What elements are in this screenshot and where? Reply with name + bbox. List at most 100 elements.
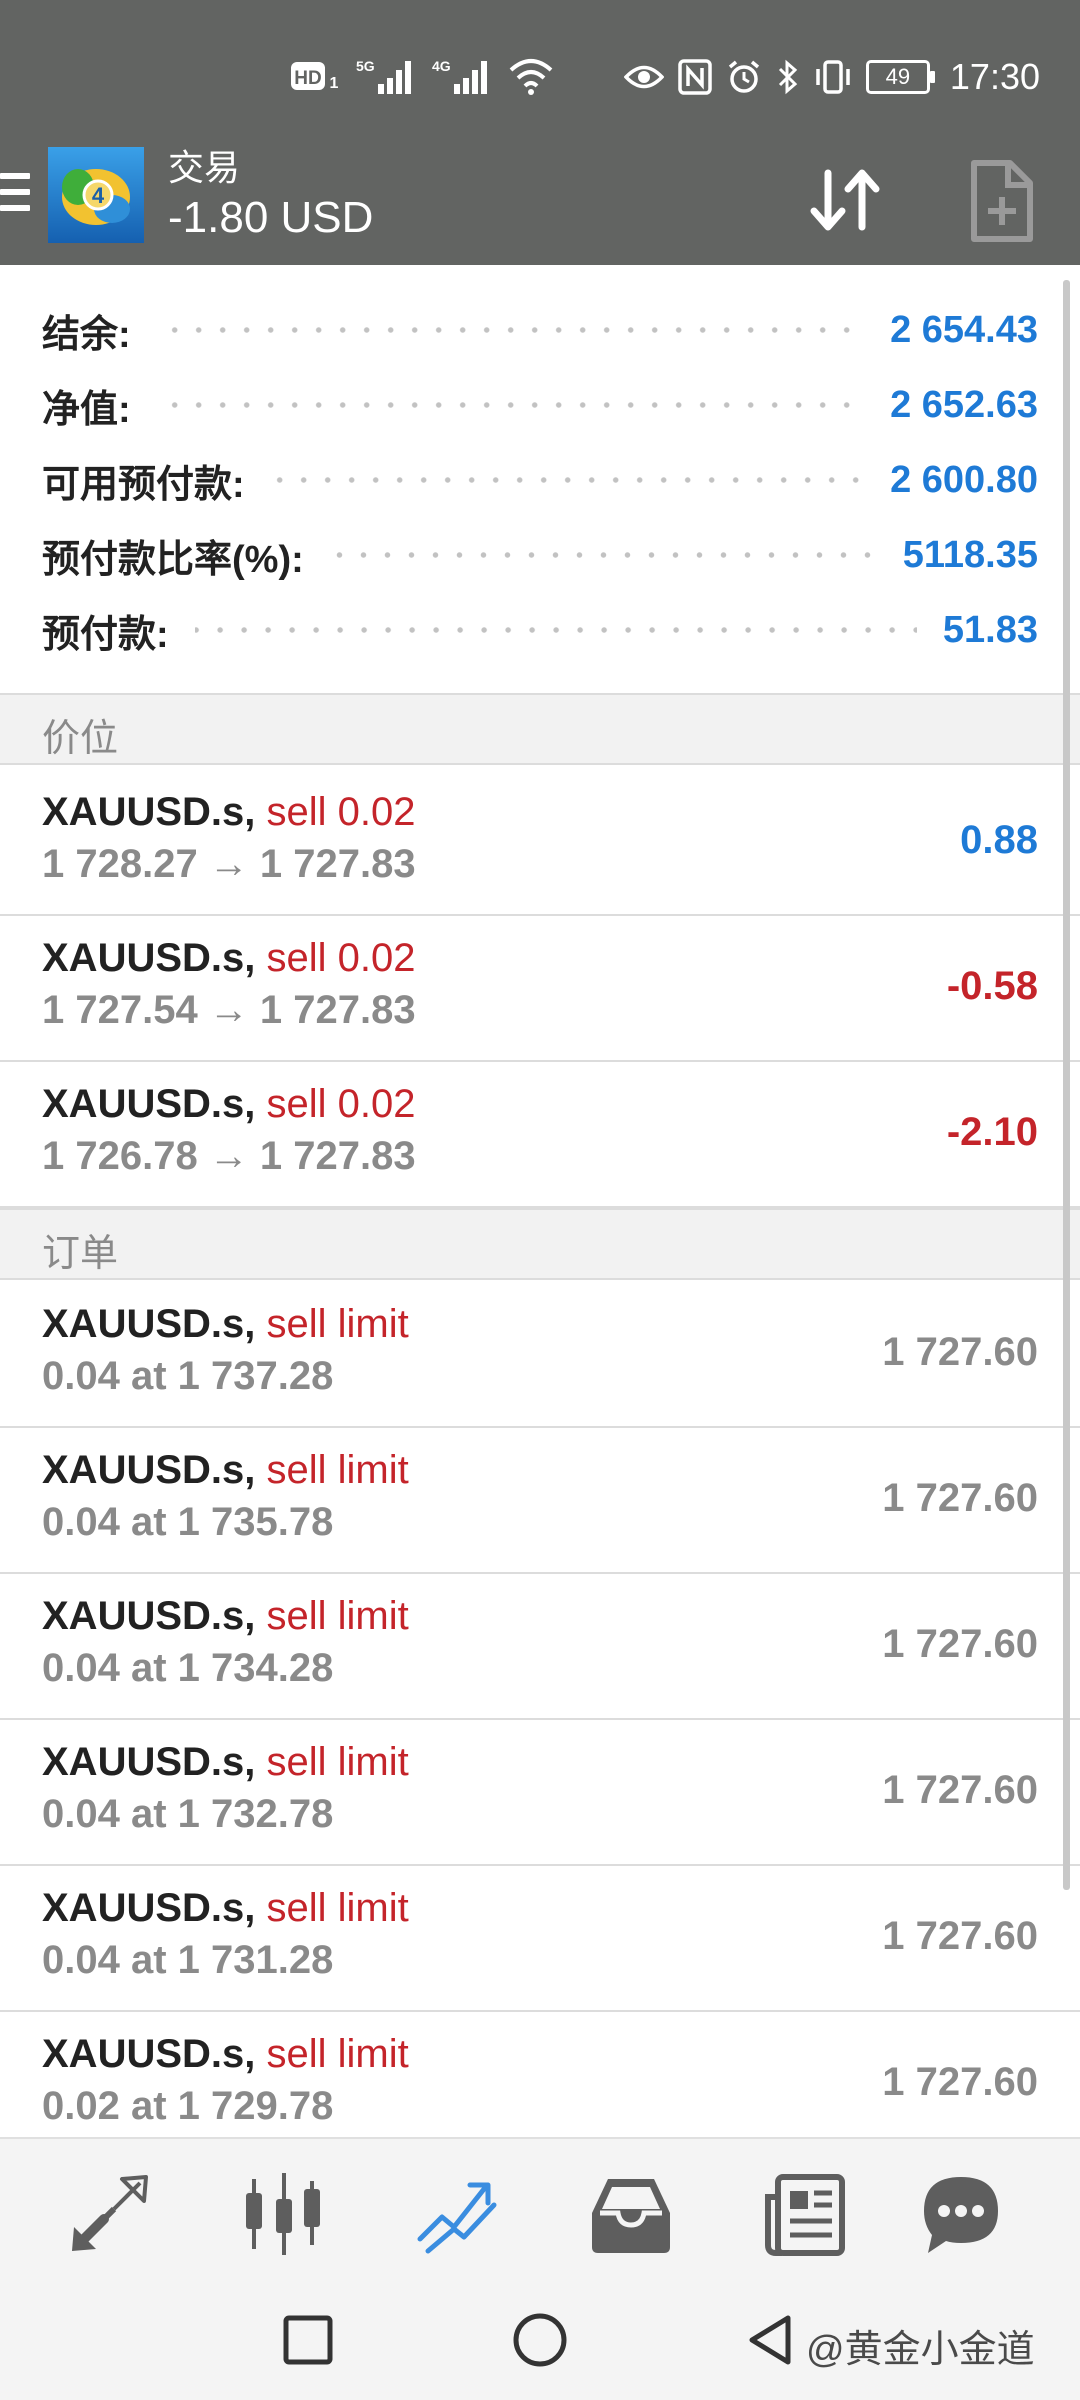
status-bar: HD 1 5G 4G 49 17:30 <box>0 0 1080 135</box>
metatrader-logo[interactable]: 4 <box>48 147 144 243</box>
page-title: 交易 <box>168 147 241 188</box>
triangle-back-icon <box>749 2315 791 2365</box>
sort-button[interactable] <box>800 155 890 245</box>
position-prices: 1 727.54 → 1 727.83 <box>42 988 416 1032</box>
system-nav-bar: @黄金小金道 <box>0 2280 1080 2400</box>
free-margin-row: 可用预付款: 2 600.80 <box>42 450 1038 510</box>
news-tab[interactable] <box>760 2169 850 2259</box>
order-symbol: XAUUSD.s, <box>42 2032 256 2076</box>
orders-header-label: 订单 <box>42 1233 119 1275</box>
margin-value: 51.83 <box>942 608 1038 651</box>
order-detail: 0.04 at 1 735.78 <box>42 1500 334 1544</box>
status-bar-right: 49 17:30 <box>623 56 1040 98</box>
order-type: sell limit <box>266 1886 409 1930</box>
new-order-button[interactable] <box>962 157 1042 247</box>
order-detail: 0.04 at 1 731.28 <box>42 1938 334 1982</box>
back-button[interactable] <box>742 2310 802 2370</box>
order-symbol: XAUUSD.s, <box>42 1302 256 1346</box>
order-detail: 0.04 at 1 734.28 <box>42 1646 334 1690</box>
svg-text:4: 4 <box>92 183 105 208</box>
account-profit: -1.80 USD <box>168 193 374 242</box>
position-row[interactable]: XAUUSD.s, sell 0.02 1 726.78 → 1 727.83 … <box>0 1062 1080 1208</box>
equity-row: 净值: 2 652.63 <box>42 375 1038 435</box>
margin-level-label: 预付款比率(%): <box>42 538 304 581</box>
order-row[interactable]: XAUUSD.s, sell limit 0.04 at 1 732.78 1 … <box>0 1720 1080 1866</box>
order-detail: 0.04 at 1 732.78 <box>42 1792 334 1836</box>
hd-volte-icon: HD 1 <box>290 59 342 93</box>
order-type: sell limit <box>266 1594 409 1638</box>
quotes-tab[interactable] <box>64 2169 154 2259</box>
position-profit: 0.88 <box>960 818 1038 862</box>
orders-header: 订单 <box>0 1208 1080 1280</box>
4g-signal-icon: 4G <box>432 56 494 96</box>
alarm-icon <box>726 59 762 95</box>
candlestick-icon <box>246 2173 320 2255</box>
account-summary: 结余: 2 654.43 净值: 2 652.63 可用预付款: 2 600.8… <box>0 265 1080 695</box>
arrows-diagonal-icon <box>72 2175 148 2251</box>
square-icon <box>283 2315 333 2365</box>
hd-label: HD <box>294 68 321 89</box>
position-action: sell 0.02 <box>266 936 416 980</box>
order-symbol: XAUUSD.s, <box>42 1886 256 1930</box>
battery-icon: 49 <box>865 60 935 94</box>
margin-row: 预付款: 51.83 <box>42 600 1038 660</box>
chat-tab[interactable] <box>916 2169 1006 2259</box>
battery-level: 49 <box>885 64 911 89</box>
order-current-price: 1 727.60 <box>882 2060 1038 2104</box>
clock: 17:30 <box>949 56 1040 97</box>
positions-header-label: 价位 <box>42 718 119 760</box>
position-action: sell 0.02 <box>266 1082 416 1126</box>
position-row[interactable]: XAUUSD.s, sell 0.02 1 728.27 → 1 727.83 … <box>0 770 1080 916</box>
order-current-price: 1 727.60 <box>882 1476 1038 1520</box>
5g-label: 5G <box>356 58 375 74</box>
position-prices: 1 726.78 → 1 727.83 <box>42 1134 416 1178</box>
margin-level-row: 预付款比率(%): 5118.35 <box>42 525 1038 585</box>
position-symbol: XAUUSD.s, <box>42 790 256 834</box>
position-symbol: XAUUSD.s, <box>42 1082 256 1126</box>
svg-text:1: 1 <box>330 75 339 92</box>
wifi-icon <box>508 56 554 96</box>
newspaper-icon <box>765 2174 845 2256</box>
home-button[interactable] <box>510 2310 570 2370</box>
balance-label: 结余: <box>42 313 131 356</box>
order-type: sell limit <box>266 1448 409 1492</box>
balance-value: 2 654.43 <box>890 308 1038 351</box>
equity-value: 2 652.63 <box>890 383 1038 426</box>
vibrate-icon <box>814 59 852 95</box>
eye-icon <box>623 62 664 92</box>
order-type: sell limit <box>266 2032 409 2076</box>
order-symbol: XAUUSD.s, <box>42 1448 256 1492</box>
chart-tab[interactable] <box>238 2169 328 2259</box>
bottom-tab-bar <box>0 2137 1080 2280</box>
position-symbol: XAUUSD.s, <box>42 936 256 980</box>
nfc-icon <box>678 59 712 95</box>
position-prices: 1 728.27 → 1 727.83 <box>42 842 416 886</box>
inbox-tray-icon <box>592 2179 670 2253</box>
menu-icon[interactable] <box>0 173 32 223</box>
history-tab[interactable] <box>586 2169 676 2259</box>
order-symbol: XAUUSD.s, <box>42 1740 256 1784</box>
list-scrollbar[interactable] <box>1063 280 1070 1890</box>
order-type: sell limit <box>266 1740 409 1784</box>
recents-button[interactable] <box>278 2310 338 2370</box>
order-detail: 0.04 at 1 737.28 <box>42 1354 334 1398</box>
trade-tab[interactable] <box>412 2169 502 2259</box>
order-current-price: 1 727.60 <box>882 1330 1038 1374</box>
free-margin-label: 可用预付款: <box>42 463 245 506</box>
order-symbol: XAUUSD.s, <box>42 1594 256 1638</box>
sort-arrows-icon <box>810 169 880 231</box>
position-action: sell 0.02 <box>266 790 416 834</box>
positions-header: 价位 <box>0 693 1080 765</box>
balance-row: 结余: 2 654.43 <box>42 300 1038 360</box>
order-row[interactable]: XAUUSD.s, sell limit 0.04 at 1 737.28 1 … <box>0 1282 1080 1428</box>
position-profit: -2.10 <box>946 1110 1038 1154</box>
app-bar: 4 交易 -1.80 USD <box>0 135 1080 265</box>
order-row[interactable]: XAUUSD.s, sell limit 0.04 at 1 735.78 1 … <box>0 1428 1080 1574</box>
position-row[interactable]: XAUUSD.s, sell 0.02 1 727.54 → 1 727.83 … <box>0 916 1080 1062</box>
order-current-price: 1 727.60 <box>882 1768 1038 1812</box>
margin-label: 预付款: <box>42 613 169 656</box>
order-row[interactable]: XAUUSD.s, sell limit 0.04 at 1 734.28 1 … <box>0 1574 1080 1720</box>
order-row[interactable]: XAUUSD.s, sell limit 0.04 at 1 731.28 1 … <box>0 1866 1080 2012</box>
order-current-price: 1 727.60 <box>882 1622 1038 1666</box>
trend-lines-icon <box>417 2182 497 2254</box>
